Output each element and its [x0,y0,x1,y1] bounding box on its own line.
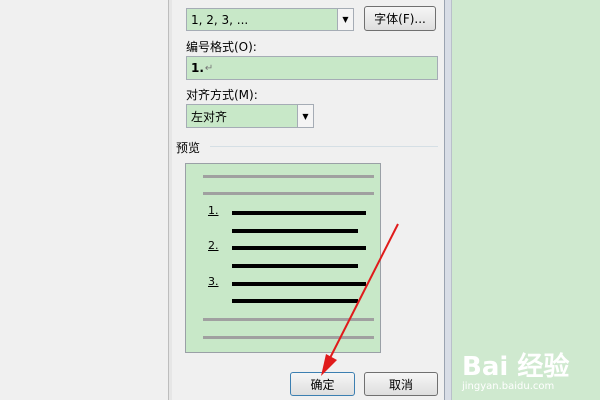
arrow-head-icon [321,354,337,376]
arrow-line [329,223,399,359]
watermark-url: jingyan.baidu.com [462,381,555,392]
red-arrow-annotation [321,223,399,376]
baidu-logo: Bai 经验 [462,352,570,382]
baidu-watermark: Bai 经验 jingyan.baidu.com [462,346,569,392]
